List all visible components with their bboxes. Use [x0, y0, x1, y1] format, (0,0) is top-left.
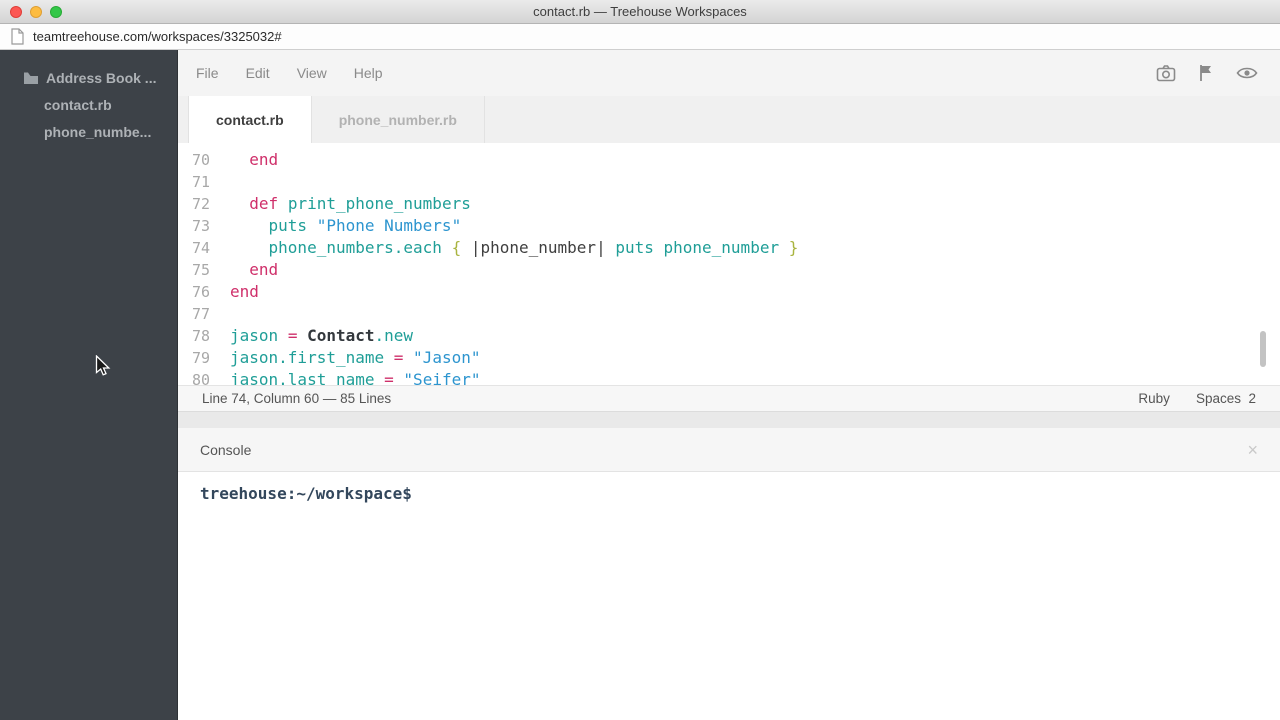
close-console-icon[interactable]: × [1247, 441, 1258, 459]
window-title: contact.rb — Treehouse Workspaces [533, 4, 747, 19]
line-number: 78 [178, 325, 210, 347]
toolbar-icons [1156, 64, 1258, 82]
line-number: 72 [178, 193, 210, 215]
line-content: end [210, 259, 278, 281]
browser-window: contact.rb — Treehouse Workspaces teamtr… [0, 0, 1280, 720]
line-number: 71 [178, 171, 210, 193]
line-number: 74 [178, 237, 210, 259]
menu-view[interactable]: View [297, 65, 327, 81]
line-number: 75 [178, 259, 210, 281]
file-sidebar: Address Book ... contact.rb phone_numbe.… [0, 50, 178, 720]
file-label: contact.rb [44, 97, 112, 113]
flag-icon[interactable] [1198, 64, 1214, 82]
editor-scrollbar-thumb[interactable] [1260, 331, 1266, 367]
console-panel: Console × treehouse:~/workspace$ [178, 428, 1280, 720]
line-number: 77 [178, 303, 210, 325]
tab-strip: contact.rb phone_number.rb [178, 96, 1280, 143]
tab-label: phone_number.rb [339, 112, 457, 128]
line-number: 79 [178, 347, 210, 369]
panel-divider [178, 412, 1280, 428]
close-window-button[interactable] [10, 6, 22, 18]
editor-status-bar: Line 74, Column 60 — 85 Lines Ruby Space… [178, 385, 1280, 412]
file-label: phone_numbe... [44, 124, 151, 140]
line-content: jason.first_name = "Jason" [210, 347, 480, 369]
indent-label: Spaces [1196, 391, 1241, 406]
line-number: 76 [178, 281, 210, 303]
code-line: 75 end [178, 259, 1280, 281]
url-text[interactable]: teamtreehouse.com/workspaces/3325032# [33, 29, 282, 44]
indent-value: 2 [1248, 391, 1256, 406]
code-line: 77 [178, 303, 1280, 325]
menu-file[interactable]: File [196, 65, 219, 81]
titlebar: contact.rb — Treehouse Workspaces [0, 0, 1280, 24]
code-line: 80jason.last_name = "Seifer" [178, 369, 1280, 385]
editor-panel: File Edit View Help [178, 50, 1280, 720]
line-number: 73 [178, 215, 210, 237]
code-line: 70 end [178, 149, 1280, 171]
camera-icon[interactable] [1156, 64, 1176, 82]
sidebar-item-phone-number-rb[interactable]: phone_numbe... [0, 118, 177, 145]
line-content: jason.last_name = "Seifer" [210, 369, 480, 385]
code-line: 74 phone_numbers.each { |phone_number| p… [178, 237, 1280, 259]
code-editor[interactable]: 70 end7172 def print_phone_numbers73 put… [178, 143, 1280, 385]
workspace: Address Book ... contact.rb phone_numbe.… [0, 50, 1280, 720]
code-line: 76end [178, 281, 1280, 303]
menu-edit[interactable]: Edit [246, 65, 270, 81]
terminal-prompt: treehouse:~/workspace$ [200, 484, 412, 503]
code-line: 71 [178, 171, 1280, 193]
line-content: def print_phone_numbers [210, 193, 471, 215]
code-line: 73 puts "Phone Numbers" [178, 215, 1280, 237]
line-content [210, 171, 230, 193]
line-content: phone_numbers.each { |phone_number| puts… [210, 237, 798, 259]
tab-label: contact.rb [216, 112, 284, 128]
language-mode-selector[interactable]: Ruby [1138, 391, 1170, 406]
line-content: puts "Phone Numbers" [210, 215, 461, 237]
line-number: 80 [178, 369, 210, 385]
url-bar[interactable]: teamtreehouse.com/workspaces/3325032# [0, 24, 1280, 50]
menu-bar: File Edit View Help [178, 50, 1280, 96]
traffic-lights [10, 6, 62, 18]
eye-icon[interactable] [1236, 65, 1258, 81]
line-content: end [210, 149, 278, 171]
tab-contact-rb[interactable]: contact.rb [188, 96, 312, 143]
code-line: 79jason.first_name = "Jason" [178, 347, 1280, 369]
line-content: end [210, 281, 259, 303]
sidebar-item-contact-rb[interactable]: contact.rb [0, 91, 177, 118]
cursor-position-status: Line 74, Column 60 — 85 Lines [202, 391, 391, 406]
terminal-area[interactable]: treehouse:~/workspace$ [178, 472, 1280, 720]
folder-icon [24, 72, 38, 84]
line-number: 70 [178, 149, 210, 171]
console-tab[interactable]: Console [200, 442, 251, 458]
code-line: 78jason = Contact.new [178, 325, 1280, 347]
code-lines: 70 end7172 def print_phone_numbers73 put… [178, 149, 1280, 385]
indent-mode-selector[interactable]: Spaces 2 [1196, 391, 1256, 406]
tab-phone-number-rb[interactable]: phone_number.rb [312, 96, 485, 143]
project-label: Address Book ... [46, 70, 156, 86]
zoom-window-button[interactable] [50, 6, 62, 18]
line-content: jason = Contact.new [210, 325, 413, 347]
sidebar-project[interactable]: Address Book ... [0, 64, 177, 91]
console-header: Console × [178, 428, 1280, 472]
code-line: 72 def print_phone_numbers [178, 193, 1280, 215]
page-icon [10, 28, 25, 45]
menu-help[interactable]: Help [354, 65, 383, 81]
line-content [210, 303, 230, 325]
minimize-window-button[interactable] [30, 6, 42, 18]
